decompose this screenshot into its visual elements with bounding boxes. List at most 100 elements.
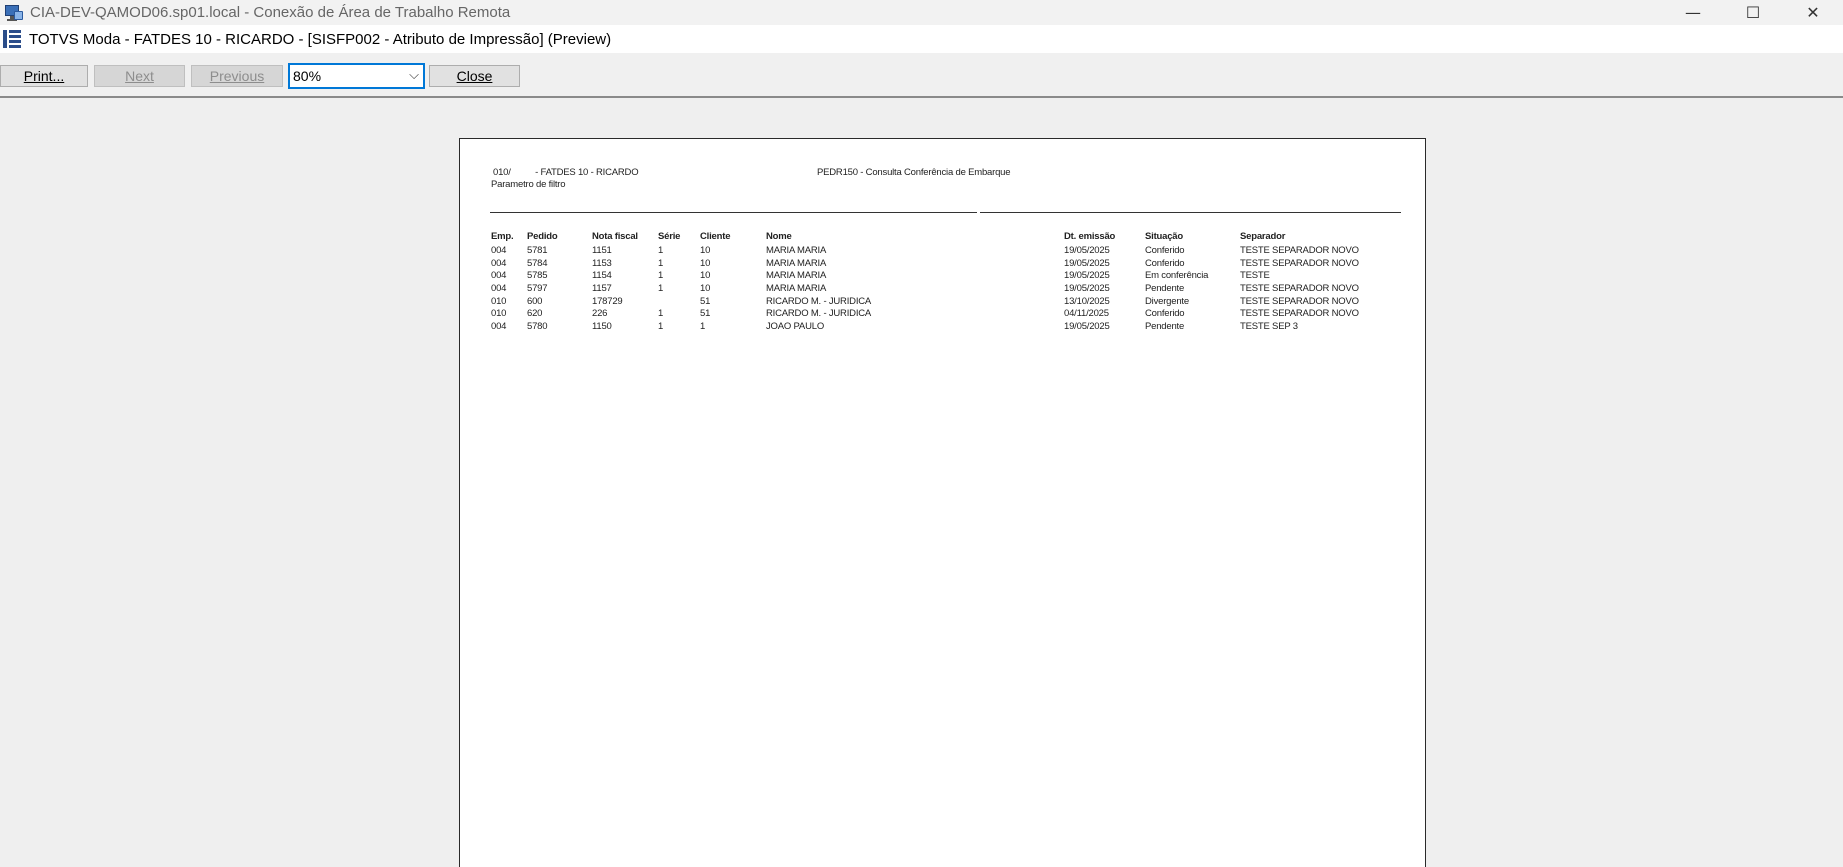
previous-button[interactable]: Previous <box>191 65 283 87</box>
cell-emp: 004 <box>491 270 507 282</box>
cell-situacao: Conferido <box>1145 257 1185 269</box>
cell-pedido: 5780 <box>527 321 548 333</box>
print-button[interactable]: Print... <box>0 65 88 87</box>
maximize-icon[interactable]: ☐ <box>1723 0 1783 25</box>
column-header-serie: Série <box>658 231 681 242</box>
cell-situacao: Divergente <box>1145 295 1189 307</box>
previous-button-label: Previous <box>209 68 265 84</box>
cell-dt-emissao: 19/05/2025 <box>1064 270 1110 282</box>
app-titlebar: TOTVS Moda - FATDES 10 - RICARDO - [SISF… <box>0 25 1843 53</box>
column-header-emp: Emp. <box>491 231 514 242</box>
table-row: 004 5797 1157 1 10 MARIA MARIA 19/05/202… <box>460 283 1425 296</box>
cell-serie: 1 <box>658 245 664 256</box>
cell-nota-fiscal: 1151 <box>592 245 612 256</box>
cell-serie: 1 <box>658 308 664 320</box>
cell-serie: 1 <box>658 283 664 295</box>
report-filter-label: Parametro de filtro <box>491 179 566 190</box>
cell-dt-emissao: 19/05/2025 <box>1064 245 1110 256</box>
report-header-left: 010/ - FATDES 10 - RICARDO <box>493 167 639 178</box>
preview-toolbar: Print... Next Previous 80% ⌵ Close <box>0 53 1843 98</box>
table-row: 004 5785 1154 1 10 MARIA MARIA 19/05/202… <box>460 270 1425 283</box>
cell-cliente: 10 <box>700 270 711 282</box>
cell-pedido: 5781 <box>527 245 548 256</box>
report-rows: 004 5781 1151 1 10 MARIA MARIA 19/05/202… <box>460 245 1425 334</box>
rdp-window-title: CIA-DEV-QAMOD06.sp01.local - Conexão de … <box>30 4 511 21</box>
cell-separador: TESTE SEPARADOR NOVO <box>1240 257 1359 269</box>
column-header-dt-emissao: Dt. emissão <box>1064 231 1116 242</box>
cell-cliente: 10 <box>700 245 711 256</box>
cell-nome: MARIA MARIA <box>766 245 827 256</box>
cell-pedido: 5785 <box>527 270 548 282</box>
cell-dt-emissao: 04/11/2025 <box>1064 308 1109 320</box>
remote-desktop-icon <box>4 3 24 23</box>
window-controls: — ☐ ✕ <box>1663 0 1843 25</box>
cell-cliente: 10 <box>700 257 711 269</box>
cell-situacao: Pendente <box>1145 321 1185 333</box>
cell-serie: 1 <box>658 321 664 333</box>
cell-nota-fiscal: 226 <box>592 308 608 320</box>
cell-nome: MARIA MARIA <box>766 257 827 269</box>
cell-emp: 010 <box>491 308 507 320</box>
cell-nome: RICARDO M. - JURIDICA <box>766 308 872 320</box>
table-row: 004 5781 1151 1 10 MARIA MARIA 19/05/202… <box>460 245 1425 258</box>
print-button-label: Print... <box>23 68 65 84</box>
cell-cliente: 51 <box>700 295 711 307</box>
cell-nome: JOAO PAULO <box>766 321 825 333</box>
table-row: 004 5780 1150 1 1 JOAO PAULO 19/05/2025 … <box>460 321 1425 334</box>
column-header-pedido: Pedido <box>527 231 558 242</box>
report-page: 010/ - FATDES 10 - RICARDO PEDR150 - Con… <box>459 138 1426 867</box>
column-header-nota-fiscal: Nota fiscal <box>592 231 638 242</box>
cell-nota-fiscal: 1150 <box>592 321 612 333</box>
minimize-icon[interactable]: — <box>1663 0 1723 25</box>
cell-nome: MARIA MARIA <box>766 270 827 282</box>
cell-situacao: Pendente <box>1145 283 1185 295</box>
cell-emp: 004 <box>491 257 507 269</box>
cell-separador: TESTE <box>1240 270 1270 282</box>
cell-nota-fiscal: 1157 <box>592 283 612 295</box>
cell-pedido: 5797 <box>527 283 548 295</box>
cell-pedido: 620 <box>527 308 543 320</box>
cell-serie: 1 <box>658 257 664 269</box>
cell-nome: MARIA MARIA <box>766 283 827 295</box>
close-button[interactable]: Close <box>429 65 520 87</box>
cell-nome: RICARDO M. - JURIDICA <box>766 295 872 307</box>
cell-cliente: 51 <box>700 308 711 320</box>
cell-nota-fiscal: 178729 <box>592 295 623 307</box>
header-rule-right <box>980 212 1401 213</box>
totvs-app-icon <box>3 30 21 48</box>
cell-situacao: Conferido <box>1145 308 1185 320</box>
cell-nota-fiscal: 1153 <box>592 257 612 269</box>
table-row: 010 600 178729 51 RICARDO M. - JURIDICA … <box>460 296 1425 309</box>
next-button[interactable]: Next <box>94 65 185 87</box>
zoom-select[interactable]: 80% ⌵ <box>288 63 425 89</box>
cell-pedido: 5784 <box>527 257 548 269</box>
cell-dt-emissao: 19/05/2025 <box>1064 321 1110 333</box>
rdp-titlebar: CIA-DEV-QAMOD06.sp01.local - Conexão de … <box>0 0 1843 25</box>
table-row: 010 620 226 1 51 RICARDO M. - JURIDICA 0… <box>460 308 1425 321</box>
zoom-value: 80% <box>293 68 322 84</box>
column-header-cliente: Cliente <box>700 231 731 242</box>
cell-cliente: 10 <box>700 283 711 295</box>
column-header-situacao: Situação <box>1145 231 1183 242</box>
column-header-nome: Nome <box>766 231 792 242</box>
app-window-title: TOTVS Moda - FATDES 10 - RICARDO - [SISF… <box>29 30 612 48</box>
cell-emp: 010 <box>491 295 507 307</box>
cell-situacao: Em conferência <box>1145 270 1209 282</box>
cell-dt-emissao: 19/05/2025 <box>1064 257 1110 269</box>
cell-separador: TESTE SEPARADOR NOVO <box>1240 295 1359 307</box>
next-button-label: Next <box>125 68 154 84</box>
cell-serie: 1 <box>658 270 664 282</box>
cell-dt-emissao: 19/05/2025 <box>1064 283 1110 295</box>
cell-separador: TESTE SEP 3 <box>1240 321 1298 333</box>
header-rule-left <box>490 212 977 213</box>
chevron-down-icon[interactable]: ⌵ <box>409 68 419 83</box>
cell-nota-fiscal: 1154 <box>592 270 612 282</box>
table-row: 004 5784 1153 1 10 MARIA MARIA 19/05/202… <box>460 258 1425 271</box>
cell-dt-emissao: 13/10/2025 <box>1064 295 1110 307</box>
cell-situacao: Conferido <box>1145 245 1185 256</box>
cell-emp: 004 <box>491 245 507 256</box>
close-window-icon[interactable]: ✕ <box>1783 0 1843 25</box>
preview-viewport[interactable]: 010/ - FATDES 10 - RICARDO PEDR150 - Con… <box>0 100 1843 867</box>
column-header-separador: Separador <box>1240 231 1286 242</box>
cell-emp: 004 <box>491 321 507 333</box>
